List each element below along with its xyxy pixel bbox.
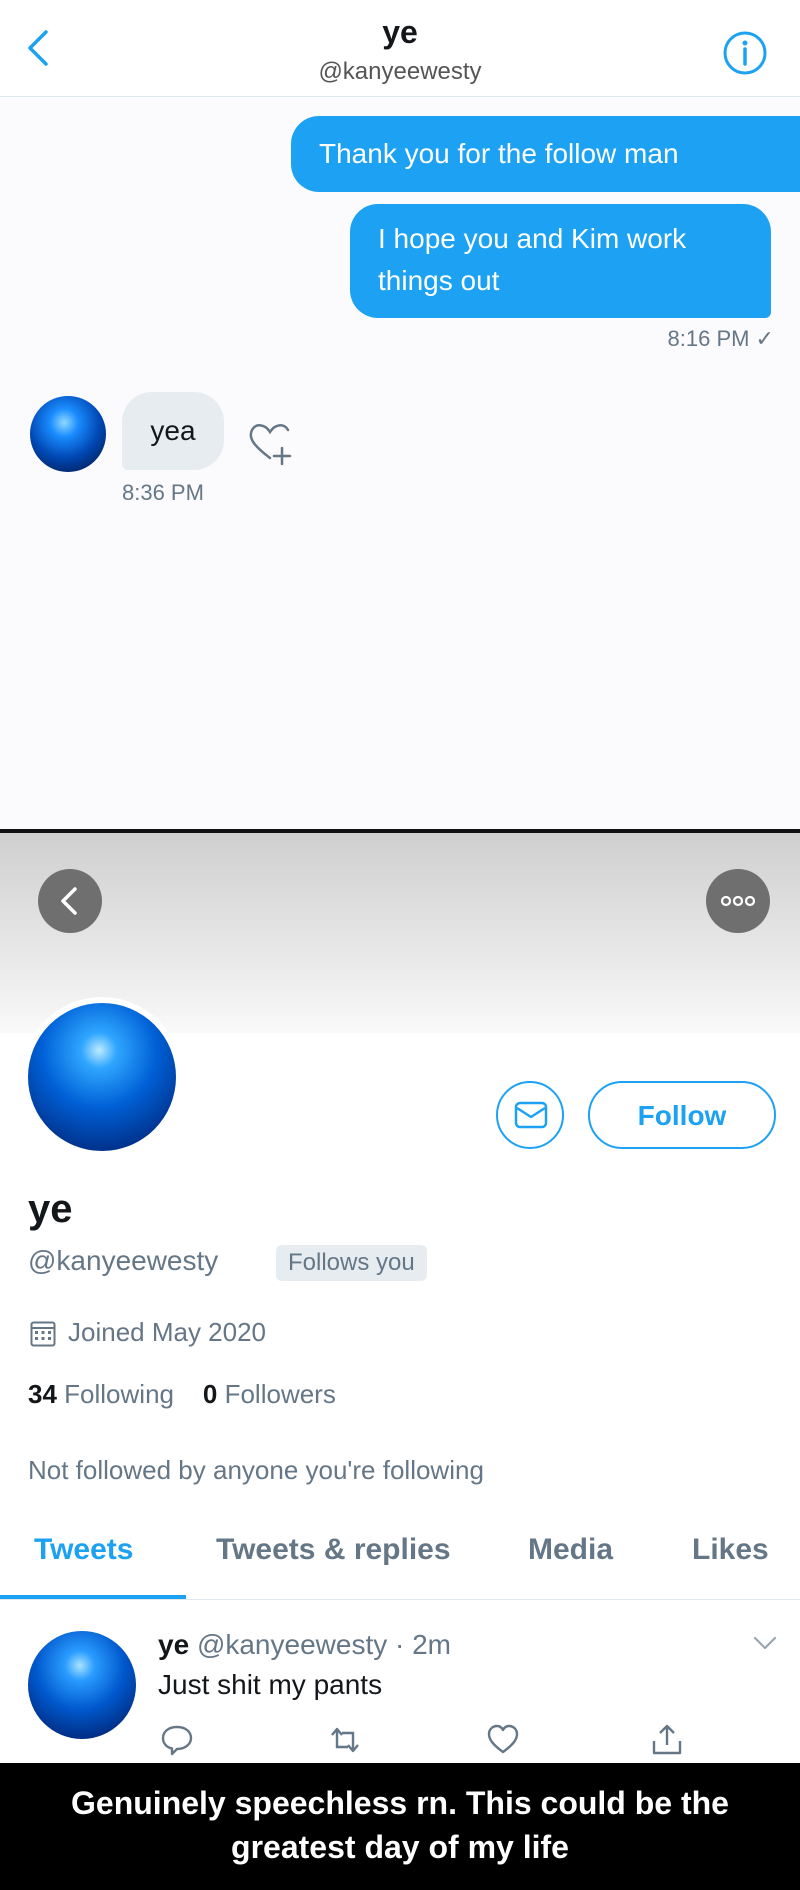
- chevron-down-icon[interactable]: [752, 1633, 778, 1653]
- dm-conversation: ye @kanyeewesty Thank you for the follow…: [0, 0, 800, 830]
- retweet-icon[interactable]: [328, 1723, 362, 1757]
- follows-you-badge: Follows you: [276, 1245, 427, 1281]
- conversation-title: ye: [382, 14, 418, 50]
- profile-handle: @kanyeewesty: [28, 1245, 219, 1276]
- tweet-avatar[interactable]: [28, 1631, 136, 1739]
- sent-message-bubble[interactable]: Thank you for the follow man: [291, 116, 800, 192]
- tweet-text: Just shit my pants: [158, 1669, 383, 1700]
- tab-media[interactable]: Media: [528, 1533, 613, 1567]
- profile-name: ye: [28, 1187, 73, 1231]
- tab-tweets-replies[interactable]: Tweets & replies: [216, 1533, 451, 1567]
- more-options-button[interactable]: [706, 869, 770, 933]
- meme-caption: Genuinely speechless rn. This could be t…: [0, 1763, 800, 1890]
- back-button[interactable]: [38, 869, 102, 933]
- heart-add-reaction-icon[interactable]: [244, 418, 296, 470]
- conversation-handle: @kanyeewesty: [318, 58, 482, 85]
- received-message-bubble[interactable]: yea: [122, 392, 224, 470]
- follow-button[interactable]: Follow: [588, 1081, 776, 1149]
- joined-date: Joined May 2020: [68, 1317, 267, 1347]
- share-icon[interactable]: [650, 1723, 684, 1757]
- info-icon[interactable]: [722, 30, 768, 76]
- message-button[interactable]: [496, 1081, 564, 1149]
- profile-page: Follow ye @kanyeewesty Follows you Joine…: [0, 833, 800, 1763]
- received-timestamp: 8:36 PM: [122, 480, 204, 505]
- sent-message-bubble[interactable]: I hope you and Kim work things out: [350, 204, 771, 318]
- tab-divider: [0, 1599, 800, 1600]
- sent-timestamp: 8:16 PM ✓: [667, 326, 774, 351]
- avatar[interactable]: [30, 396, 106, 472]
- caption-line: greatest day of my life: [231, 1829, 569, 1865]
- follow-counts: 34 Following 0 Followers: [28, 1379, 336, 1410]
- caption-line: Genuinely speechless rn. This could be t…: [71, 1785, 729, 1821]
- calendar-icon: [30, 1321, 56, 1347]
- following-link[interactable]: 34 Following: [28, 1379, 174, 1409]
- like-heart-icon[interactable]: [486, 1723, 520, 1757]
- dm-header: ye @kanyeewesty: [0, 0, 800, 97]
- tweet-header: ye @kanyeewesty · 2m: [158, 1629, 452, 1660]
- tab-tweets[interactable]: Tweets: [34, 1533, 133, 1567]
- avatar-image: [28, 1003, 176, 1151]
- envelope-icon: [514, 1101, 548, 1129]
- not-followed-note: Not followed by anyone you're following: [28, 1455, 484, 1485]
- reply-icon[interactable]: [160, 1723, 194, 1757]
- back-chevron-icon: [61, 887, 77, 915]
- profile-avatar[interactable]: [22, 997, 182, 1157]
- more-dots-icon: [720, 895, 756, 907]
- tab-likes[interactable]: Likes: [692, 1533, 769, 1567]
- followers-link[interactable]: 0 Followers: [203, 1379, 336, 1409]
